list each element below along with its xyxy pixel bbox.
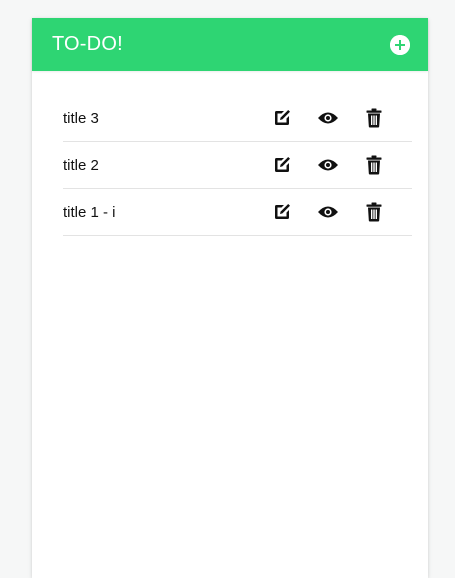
eye-icon (318, 112, 338, 124)
todo-item: title 1 - i (63, 189, 412, 236)
trash-icon (366, 108, 382, 128)
edit-icon (275, 110, 290, 125)
todo-actions (271, 189, 385, 235)
delete-button[interactable] (363, 107, 385, 129)
delete-button[interactable] (363, 154, 385, 176)
view-button[interactable] (317, 107, 339, 129)
todo-item: title 2 (63, 142, 412, 189)
eye-icon (318, 159, 338, 171)
eye-icon (318, 206, 338, 218)
view-button[interactable] (317, 201, 339, 223)
edit-icon (275, 157, 290, 172)
todo-actions (271, 142, 385, 188)
todo-actions (271, 95, 385, 141)
edit-button[interactable] (271, 107, 293, 129)
todo-item: title 3 (63, 95, 412, 142)
trash-icon (366, 202, 382, 222)
plus-circle-icon (390, 34, 410, 55)
todo-app-card: TO-DO! title 3 title 2 title 1 - i (32, 18, 428, 578)
app-title: TO-DO! (52, 33, 123, 55)
app-header: TO-DO! (32, 18, 428, 71)
trash-icon (366, 155, 382, 175)
delete-button[interactable] (363, 201, 385, 223)
todo-list: title 3 title 2 title 1 - i (63, 95, 412, 236)
edit-icon (275, 204, 290, 219)
view-button[interactable] (317, 154, 339, 176)
edit-button[interactable] (271, 154, 293, 176)
edit-button[interactable] (271, 201, 293, 223)
add-todo-button[interactable] (390, 34, 410, 55)
